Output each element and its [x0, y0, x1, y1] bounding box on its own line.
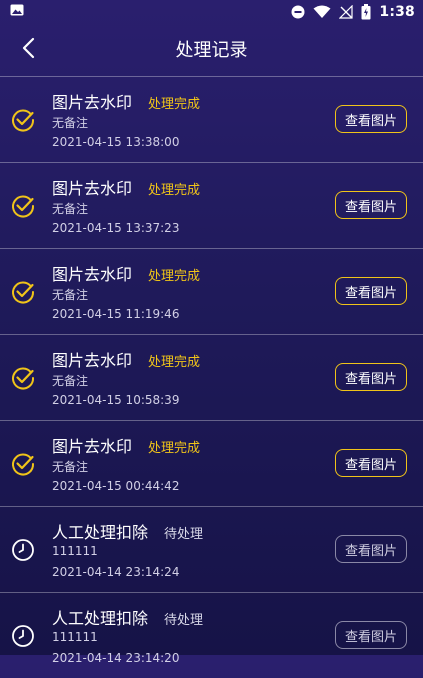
- check-circle-icon: [12, 195, 35, 218]
- status-badge: 待处理: [164, 527, 204, 542]
- record-time: 2021-04-15 00:44:42: [52, 479, 180, 493]
- record-item: 人工处理扣除 待处理 111111 2021-04-14 23:14:24 查看…: [0, 506, 423, 592]
- view-image-button[interactable]: 查看图片: [335, 277, 407, 305]
- image-notification-icon: [10, 4, 24, 16]
- view-image-button[interactable]: 查看图片: [335, 621, 407, 649]
- status-badge: 处理完成: [148, 441, 201, 456]
- check-circle-icon: [12, 367, 35, 390]
- record-note: 无备注: [52, 374, 89, 388]
- record-time: 2021-04-15 13:38:00: [52, 135, 180, 149]
- view-image-button[interactable]: 查看图片: [335, 191, 407, 219]
- app-header: 处理记录: [0, 24, 423, 76]
- do-not-disturb-icon: [291, 5, 305, 19]
- record-item: 图片去水印 处理完成 无备注 2021-04-15 13:38:00 查看图片: [0, 76, 423, 162]
- records-list: 图片去水印 处理完成 无备注 2021-04-15 13:38:00 查看图片 …: [0, 76, 423, 678]
- view-image-button[interactable]: 查看图片: [335, 535, 407, 563]
- record-item: 图片去水印 处理完成 无备注 2021-04-15 10:58:39 查看图片: [0, 334, 423, 420]
- clock-icon: [12, 625, 34, 647]
- record-note: 无备注: [52, 202, 89, 216]
- record-item: 人工处理扣除 待处理 111111 2021-04-14 23:14:20 查看…: [0, 592, 423, 678]
- record-name: 图片去水印: [52, 93, 133, 112]
- record-note: 无备注: [52, 460, 89, 474]
- record-note: 111111: [52, 630, 98, 644]
- status-time: 1:38: [379, 4, 415, 20]
- record-time: 2021-04-15 13:37:23: [52, 221, 180, 235]
- record-item: 图片去水印 处理完成 无备注 2021-04-15 00:44:42 查看图片: [0, 420, 423, 506]
- status-badge: 处理完成: [148, 183, 201, 198]
- view-image-button[interactable]: 查看图片: [335, 363, 407, 391]
- record-time: 2021-04-15 11:19:46: [52, 307, 180, 321]
- record-time: 2021-04-14 23:14:20: [52, 651, 180, 665]
- record-name: 图片去水印: [52, 437, 133, 456]
- status-badge: 处理完成: [148, 269, 201, 284]
- battery-icon: [361, 4, 371, 20]
- wifi-icon: [313, 5, 331, 18]
- status-bar: 1:38: [0, 0, 423, 24]
- record-name: 图片去水印: [52, 351, 133, 370]
- check-circle-icon: [12, 281, 35, 304]
- check-circle-icon: [12, 109, 35, 132]
- no-signal-icon: [339, 5, 353, 19]
- record-name: 人工处理扣除: [52, 609, 149, 628]
- status-badge: 待处理: [164, 613, 204, 628]
- clock-icon: [12, 539, 34, 561]
- record-time: 2021-04-15 10:58:39: [52, 393, 180, 407]
- record-note: 无备注: [52, 288, 89, 302]
- view-image-button[interactable]: 查看图片: [335, 105, 407, 133]
- record-time: 2021-04-14 23:14:24: [52, 565, 180, 579]
- record-item: 图片去水印 处理完成 无备注 2021-04-15 13:37:23 查看图片: [0, 162, 423, 248]
- record-name: 图片去水印: [52, 265, 133, 284]
- page-title: 处理记录: [175, 40, 248, 61]
- record-note: 无备注: [52, 116, 89, 130]
- record-name: 图片去水印: [52, 179, 133, 198]
- view-image-button[interactable]: 查看图片: [335, 449, 407, 477]
- record-name: 人工处理扣除: [52, 523, 149, 542]
- status-badge: 处理完成: [148, 355, 201, 370]
- check-circle-icon: [12, 453, 35, 476]
- record-item: 图片去水印 处理完成 无备注 2021-04-15 11:19:46 查看图片: [0, 248, 423, 334]
- status-badge: 处理完成: [148, 97, 201, 112]
- record-note: 111111: [52, 544, 98, 558]
